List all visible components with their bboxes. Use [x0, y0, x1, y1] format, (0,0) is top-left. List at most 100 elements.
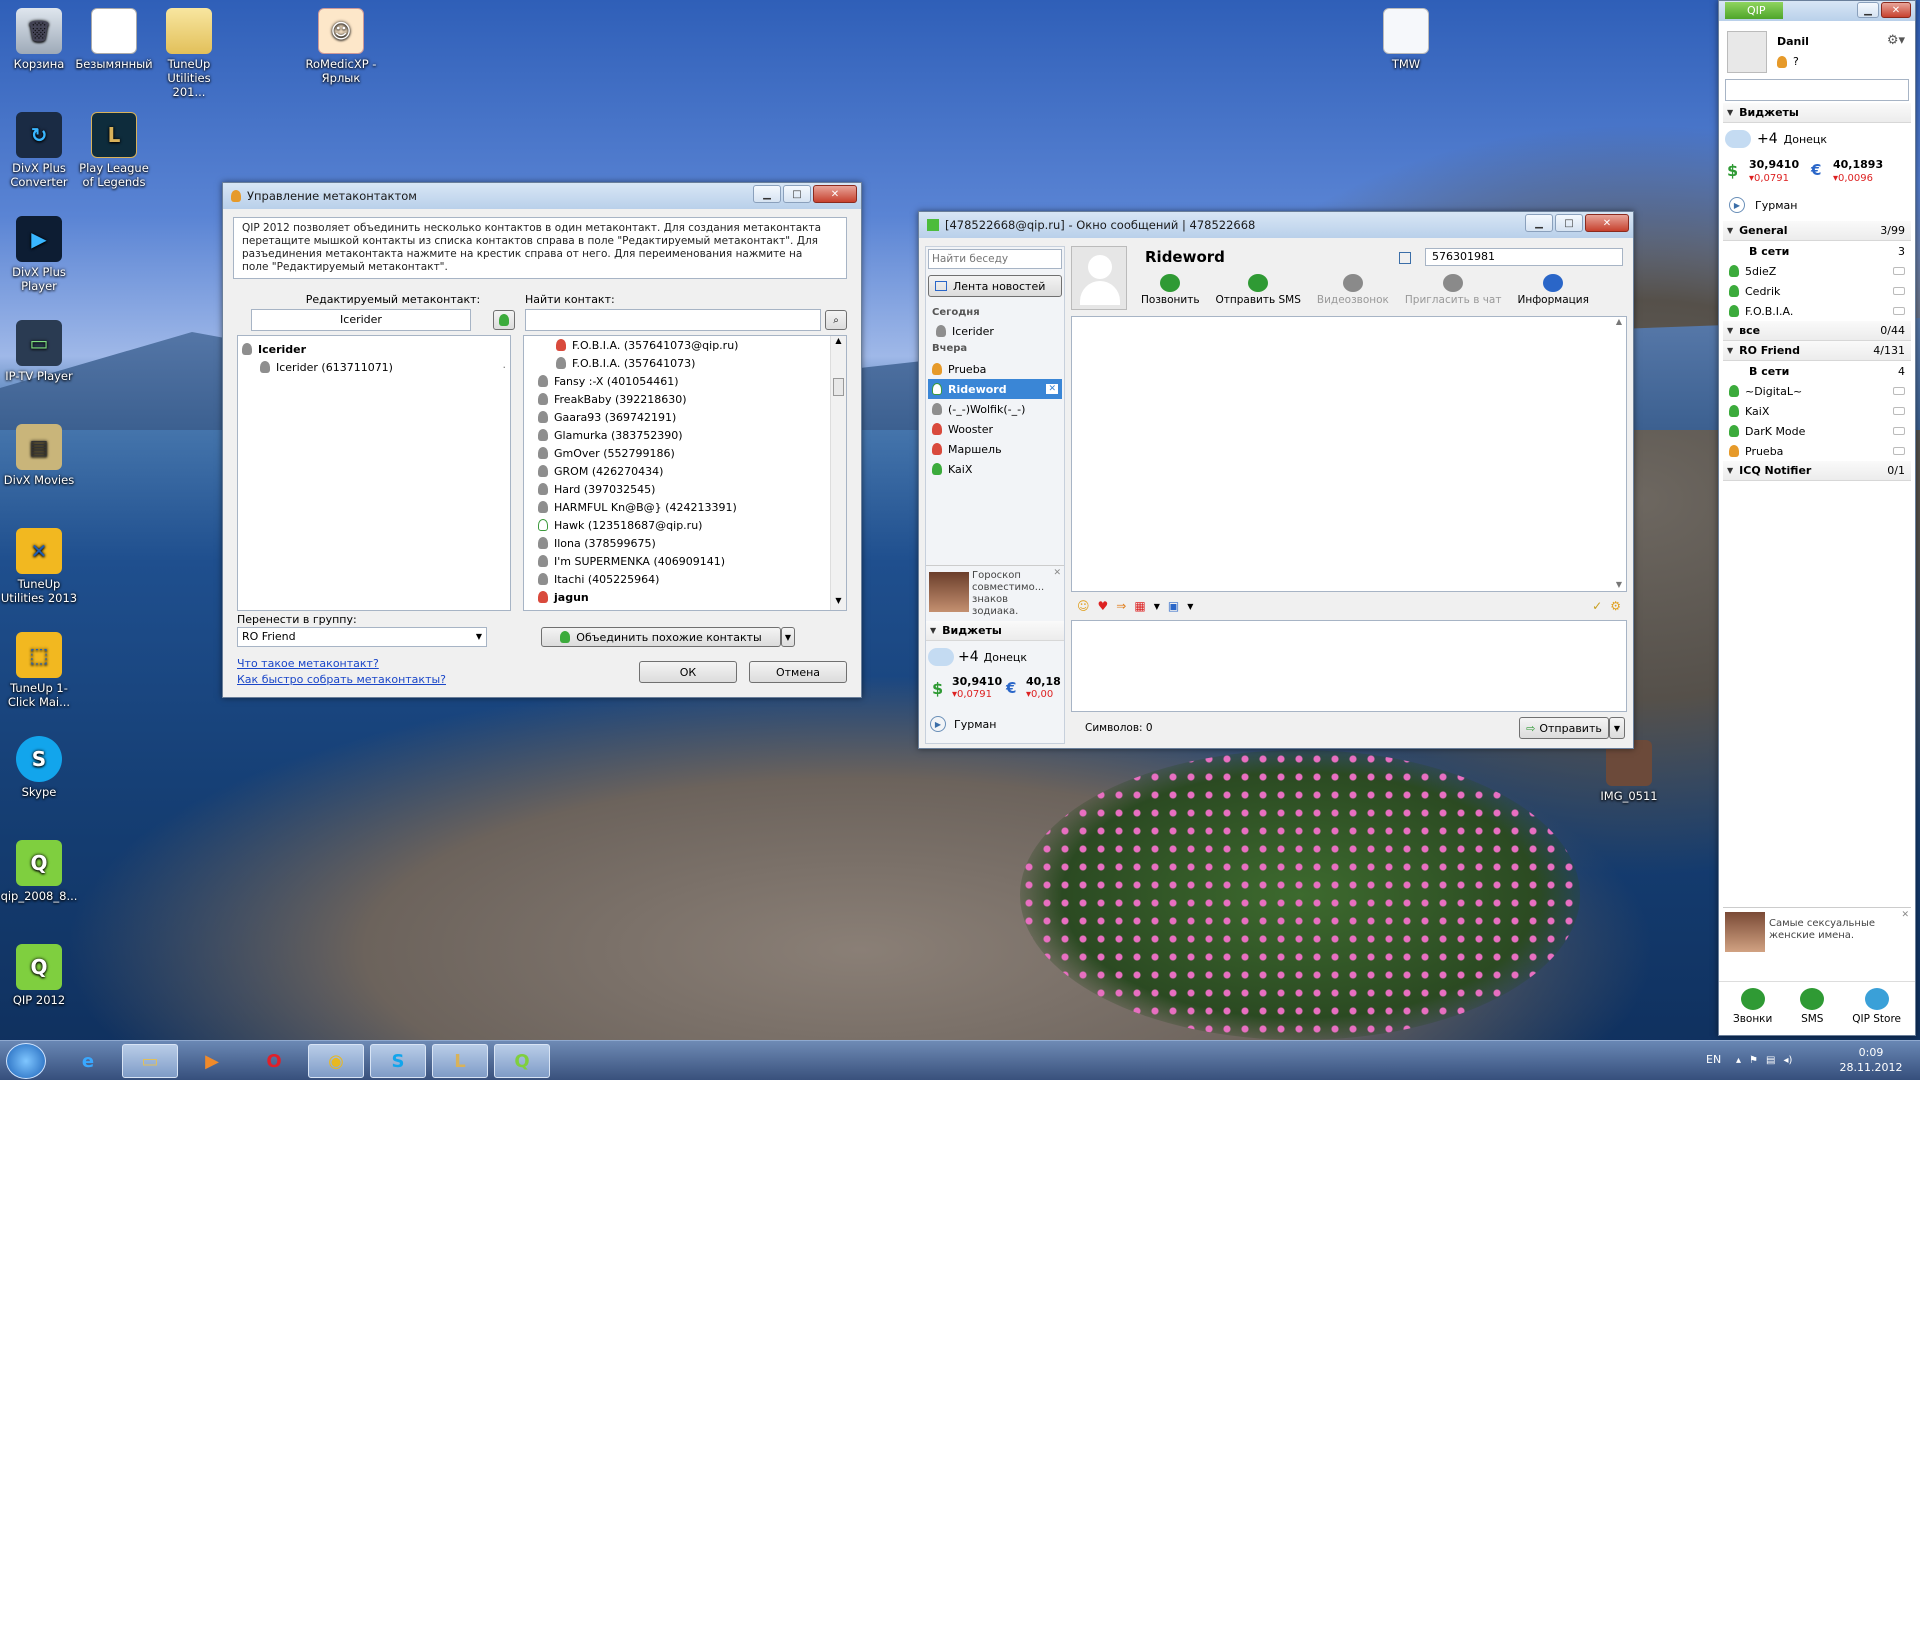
media-player-icon[interactable]: ▶: [184, 1044, 240, 1078]
flag-icon[interactable]: ⚑: [1749, 1055, 1758, 1066]
close-button[interactable]: ✕: [813, 185, 857, 203]
ie-icon[interactable]: e: [60, 1044, 116, 1078]
what-is-metacontact-link[interactable]: Что такое метаконтакт?: [237, 657, 379, 670]
widgets-header[interactable]: ▼ Виджеты: [926, 621, 1064, 641]
contact-list-item[interactable]: Cedrik: [1723, 281, 1911, 301]
desktop-icon-divx-converter[interactable]: ↻ DivX Plus Converter: [0, 112, 78, 189]
uin-field[interactable]: 576301981: [1425, 248, 1623, 266]
merge-similar-button[interactable]: Объединить похожие контакты: [541, 627, 781, 647]
qip-icon[interactable]: Q: [494, 1044, 550, 1078]
contact-list-scrollbar[interactable]: ▲ ▼: [830, 336, 846, 610]
chat-list-item[interactable]: KaiX: [928, 459, 1062, 479]
weather-widget[interactable]: +4 Донецк: [928, 643, 1062, 671]
contact-list-item[interactable]: GROM (426270434): [538, 462, 846, 480]
spellcheck-icon[interactable]: ✓: [1592, 599, 1602, 613]
close-button[interactable]: ✕: [1585, 214, 1629, 232]
ok-button[interactable]: ОК: [639, 661, 737, 683]
chrome-icon[interactable]: ◉: [308, 1044, 364, 1078]
message-titlebar[interactable]: [478522668@qip.ru] - Окно сообщений | 47…: [919, 212, 1633, 238]
calendar-icon[interactable]: ▦: [1134, 599, 1145, 613]
currency-widget[interactable]: $ 30,9410 ▾0,0791 € 40,18 ▾0,00: [930, 675, 1064, 705]
desktop-icon-romedic[interactable]: ☺ RoMedicXP - Ярлык: [302, 8, 380, 85]
merge-dropdown-button[interactable]: ▼: [781, 627, 795, 647]
send-file-icon[interactable]: ⇒: [1116, 599, 1126, 613]
contact-list-item[interactable]: Gaara93 (369742191): [538, 408, 846, 426]
how-collect-metacontacts-link[interactable]: Как быстро собрать метаконтакты?: [237, 673, 446, 686]
history-scrollbar[interactable]: ▲ ▼: [1612, 317, 1626, 591]
settings-icon[interactable]: ⚙: [1610, 599, 1621, 613]
desktop-icon-league[interactable]: L Play League of Legends: [75, 112, 153, 189]
smile-icon[interactable]: ☺: [1077, 599, 1090, 613]
bottom-store-button[interactable]: QIP Store: [1852, 988, 1901, 1031]
minimize-button[interactable]: ▁: [1525, 214, 1553, 232]
user-status[interactable]: ?: [1777, 55, 1799, 68]
contact-list-item[interactable]: ~DigitaL~: [1723, 381, 1911, 401]
contact-list-item[interactable]: Ilona (378599675): [538, 534, 846, 552]
contact-group-header[interactable]: ▼ RO Friend 4/131: [1723, 341, 1911, 361]
qip-titlebar[interactable]: QIP ▁ ✕: [1719, 1, 1915, 21]
bottom-sms-button[interactable]: SMS: [1800, 988, 1825, 1031]
template-icon[interactable]: ▣: [1168, 599, 1179, 613]
desktop-icon-recycle-bin[interactable]: 🗑 Корзина: [0, 8, 78, 71]
qip-tab[interactable]: QIP: [1725, 2, 1783, 19]
tree-parent[interactable]: Icerider: [242, 340, 506, 358]
start-button[interactable]: [6, 1043, 46, 1079]
find-contact-input[interactable]: [525, 309, 821, 331]
language-indicator[interactable]: EN: [1706, 1053, 1721, 1066]
gear-icon[interactable]: ⚙▾: [1887, 33, 1905, 48]
desktop-icon-tuneup-2013[interactable]: ✕ TuneUp Utilities 2013: [0, 528, 78, 605]
contact-list-item[interactable]: Prueba: [1723, 441, 1911, 461]
contact-group-header[interactable]: ▼ все 0/44: [1723, 321, 1911, 341]
action-video-call-button[interactable]: Видеозвонок: [1317, 274, 1389, 310]
desktop-icon-tmw[interactable]: TMW: [1367, 8, 1445, 71]
desktop-icon-tuneup-folder[interactable]: TuneUp Utilities 201...: [150, 8, 228, 99]
contact-list-item[interactable]: GmOver (552799186): [538, 444, 846, 462]
maximize-button[interactable]: □: [1555, 214, 1583, 232]
contact-list-item[interactable]: F.O.B.I.A. (357641073@qip.ru): [538, 336, 846, 354]
qip-widgets-header[interactable]: ▼ Виджеты: [1723, 103, 1911, 123]
desktop-icon-skype[interactable]: S Skype: [0, 736, 78, 799]
explorer-icon[interactable]: ▭: [122, 1044, 178, 1078]
contact-group-header[interactable]: ▼ ICQ Notifier 0/1: [1723, 461, 1911, 481]
desktop-icon-img[interactable]: IMG_0511: [1590, 740, 1668, 803]
chat-list-item[interactable]: Rideword ✕: [928, 379, 1062, 399]
contact-list-item[interactable]: 5dieZ: [1723, 261, 1911, 281]
qip-weather-widget[interactable]: +4 Донецк: [1725, 125, 1909, 153]
play-icon[interactable]: ▶: [1729, 197, 1745, 213]
close-icon[interactable]: ✕: [1053, 568, 1061, 578]
network-icon[interactable]: ▤: [1766, 1055, 1775, 1066]
play-icon[interactable]: ▶: [930, 716, 946, 732]
desktop-icon-divx-movies[interactable]: ▤ DivX Movies: [0, 424, 78, 487]
skype-icon[interactable]: S: [370, 1044, 426, 1078]
contact-list-item[interactable]: KaiX: [1723, 401, 1911, 421]
desktop-icon-divx-player[interactable]: ▶ DivX Plus Player: [0, 216, 78, 293]
online-subgroup[interactable]: В сети 3: [1723, 241, 1911, 261]
contact-list-item[interactable]: Glamurka (383752390): [538, 426, 846, 444]
action-sms-button[interactable]: Отправить SMS: [1216, 274, 1301, 310]
clock[interactable]: 0:09 28.11.2012: [1836, 1045, 1906, 1075]
chevron-up-icon[interactable]: ▴: [1736, 1055, 1741, 1066]
contact-list-item[interactable]: F.O.B.I.A. (357641073): [538, 354, 846, 372]
chat-list-item[interactable]: Icerider: [932, 321, 1062, 341]
desktop-icon-qip2012[interactable]: Q QIP 2012: [0, 944, 78, 1007]
contact-list-item[interactable]: Itachi (405225964): [538, 570, 846, 588]
desktop-icon-tuneup-1click[interactable]: ⬚ TuneUp 1-Click Mai...: [0, 632, 78, 709]
chevron-down-icon[interactable]: ▼: [1187, 602, 1193, 611]
contact-list-item[interactable]: I'm SUPERMENKA (406909141): [538, 552, 846, 570]
move-group-select[interactable]: RO Friend ▼: [237, 627, 487, 647]
search-chat-input[interactable]: [928, 249, 1062, 269]
qip-currency-widget[interactable]: $ 30,9410 ▾0,0791 € 40,1893 ▾0,0096: [1725, 157, 1909, 189]
contact-list-item[interactable]: DarK Mode: [1723, 421, 1911, 441]
desktop-icon-qip2008[interactable]: Qqip_2008_8...: [0, 840, 78, 903]
volume-icon[interactable]: ◂): [1783, 1055, 1792, 1066]
chat-list-item[interactable]: Маршель: [928, 439, 1062, 459]
horoscope-ad[interactable]: Гороскоп совместимо... знаков зодиака. ✕: [926, 565, 1064, 619]
edit-metacontact-field[interactable]: Icerider: [251, 309, 471, 331]
search-icon[interactable]: ⌕: [825, 310, 847, 330]
emoticons-icon[interactable]: ♥: [1098, 599, 1109, 613]
minimize-button[interactable]: ▁: [1857, 2, 1879, 18]
maximize-button[interactable]: □: [783, 185, 811, 203]
send-button[interactable]: ⇨ Отправить: [1519, 717, 1609, 739]
desktop-icon-iptv[interactable]: ▭ IP-TV Player: [0, 320, 78, 383]
bottom-phone-button[interactable]: Звонки: [1733, 988, 1772, 1031]
